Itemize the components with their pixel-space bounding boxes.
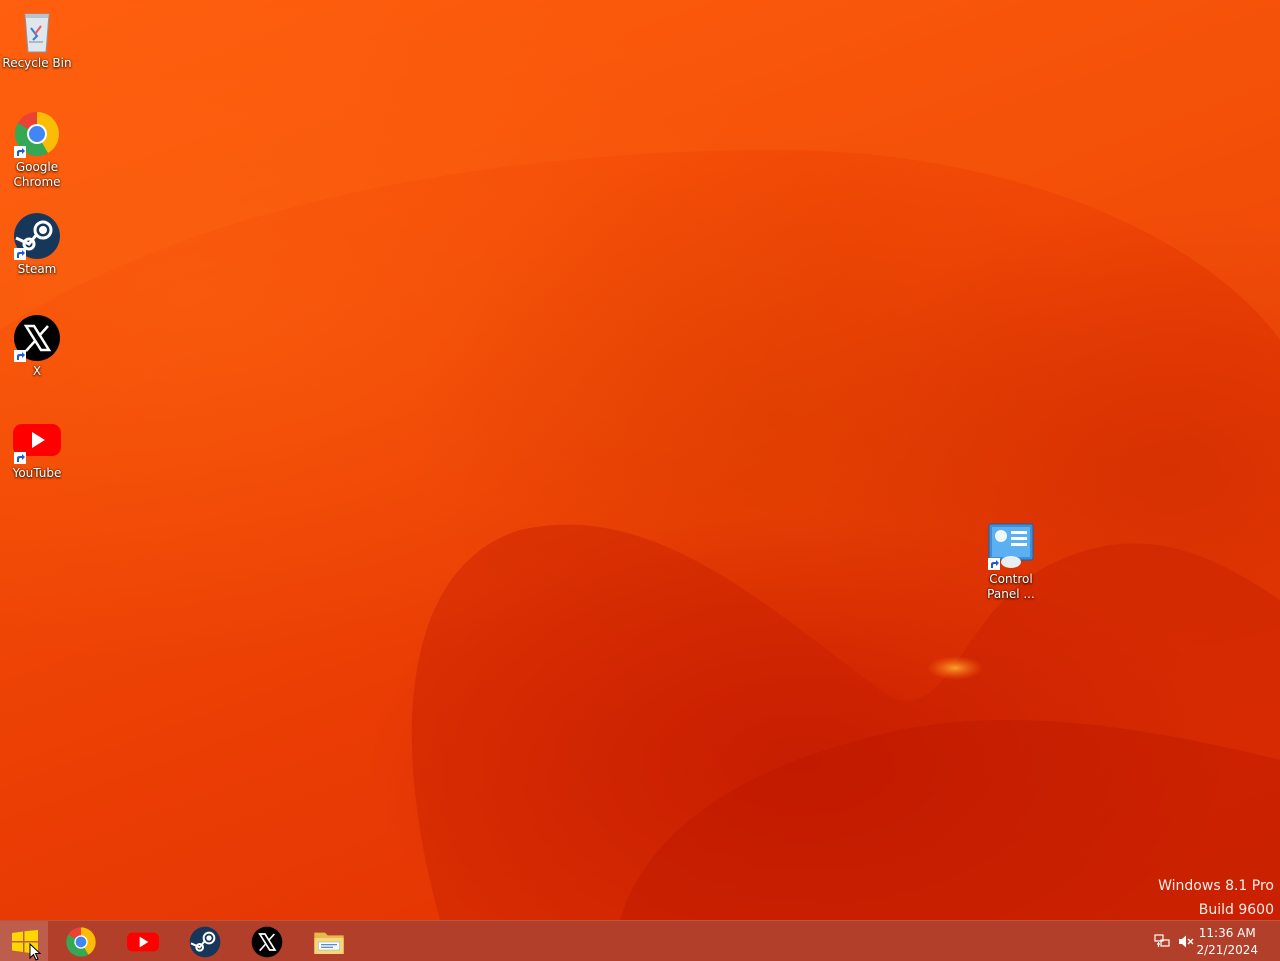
shortcut-arrow-icon [14, 350, 26, 362]
desktop-icon-label: Google Chrome [13, 160, 61, 189]
desktop-icon-steam[interactable]: Steam [0, 212, 74, 277]
desktop-icon-recycle-bin[interactable]: Recycle Bin [0, 6, 74, 71]
volume-muted-icon[interactable] [1178, 934, 1194, 949]
desktop-icon-label: YouTube [12, 466, 62, 480]
youtube-icon [127, 932, 159, 952]
x-icon [251, 926, 283, 958]
network-icon[interactable] [1154, 934, 1170, 949]
clock[interactable]: 11:36 AM 2/21/2024 [1196, 925, 1258, 959]
chrome-icon [13, 110, 61, 158]
wallpaper-art [0, 0, 1280, 920]
file-explorer-icon [314, 932, 344, 954]
taskbar-app-x[interactable] [236, 921, 298, 961]
shortcut-arrow-icon [14, 146, 26, 158]
desktop-icon-label: X [32, 364, 42, 378]
windows-version-watermark: Windows 8.1 Pro Build 9600 [1158, 874, 1274, 920]
desktop-icon-control-panel[interactable]: Control Panel ... [974, 522, 1048, 602]
desktop-icon-label: Steam [17, 262, 57, 276]
taskbar: 11:36 AM 2/21/2024 [0, 920, 1280, 961]
watermark-edition: Windows 8.1 Pro [1158, 878, 1274, 894]
chrome-icon [66, 927, 96, 957]
control-panel-icon [987, 522, 1035, 570]
start-button[interactable] [0, 921, 48, 961]
taskbar-app-steam[interactable] [174, 921, 236, 961]
clock-date: 2/21/2024 [1196, 943, 1258, 957]
clock-time: 11:36 AM [1198, 926, 1256, 940]
steam-icon [13, 212, 61, 260]
desktop-icon-label: Control Panel ... [987, 572, 1035, 601]
x-icon [13, 314, 61, 362]
desktop: Recycle Bin Google Chrome Steam X YouTub… [0, 0, 1280, 920]
youtube-icon [13, 416, 61, 464]
taskbar-app-chrome[interactable] [50, 921, 112, 961]
desktop-icon-label: Recycle Bin [2, 56, 72, 70]
watermark-build: Build 9600 [1198, 902, 1274, 918]
mouse-cursor-icon [29, 943, 41, 961]
steam-icon [189, 926, 221, 958]
shortcut-arrow-icon [988, 558, 1000, 570]
system-tray: 11:36 AM 2/21/2024 [1140, 921, 1280, 961]
taskbar-app-youtube[interactable] [112, 921, 174, 961]
recycle-bin-icon [13, 6, 61, 54]
shortcut-arrow-icon [14, 452, 26, 464]
shortcut-arrow-icon [14, 248, 26, 260]
desktop-icon-youtube[interactable]: YouTube [0, 416, 74, 481]
taskbar-app-file-explorer[interactable] [298, 921, 360, 961]
desktop-icon-x[interactable]: X [0, 314, 74, 379]
desktop-icon-google-chrome[interactable]: Google Chrome [0, 110, 74, 190]
